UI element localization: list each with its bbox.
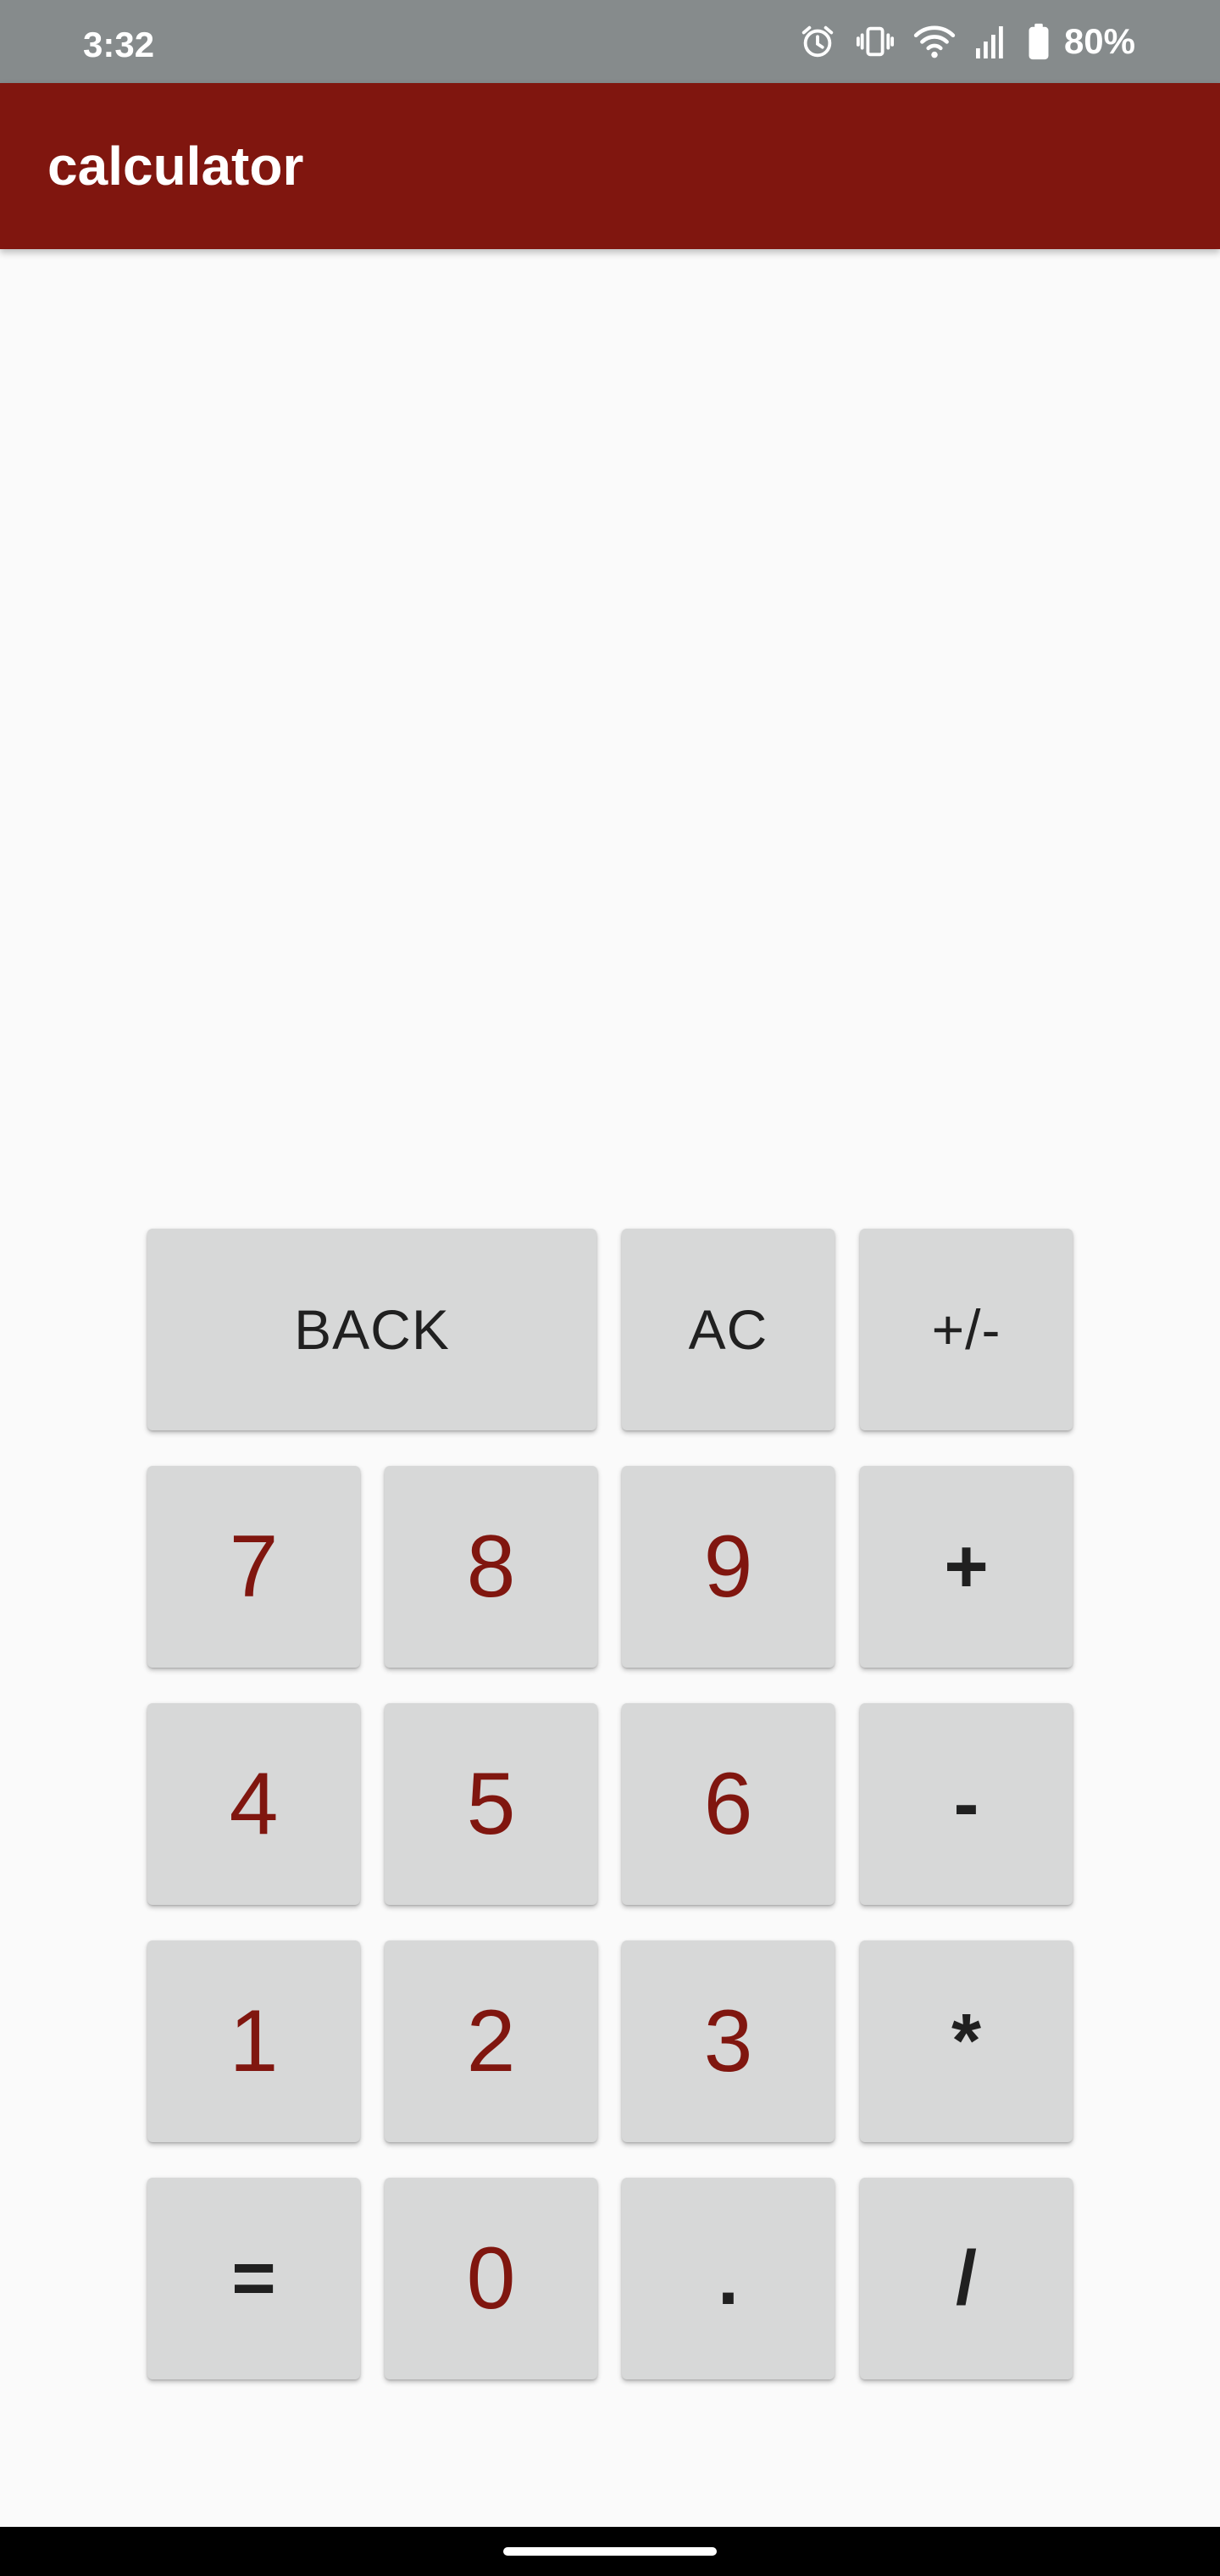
app-title: calculator bbox=[47, 136, 304, 197]
home-gesture-handle[interactable] bbox=[503, 2547, 717, 2556]
battery-percentage: 80% bbox=[1063, 21, 1135, 61]
navigation-bar bbox=[0, 2527, 1220, 2576]
status-icons: 80% bbox=[798, 0, 1135, 83]
digit-3-button[interactable]: 3 bbox=[622, 1940, 835, 2142]
digit-0-button[interactable]: 0 bbox=[385, 2178, 597, 2379]
back-button[interactable]: BACK bbox=[147, 1229, 596, 1430]
calculator-screen: BACK AC +/- 7 8 9 + 4 5 6 - 1 2 3 * = 0 … bbox=[0, 249, 1220, 2527]
digit-4-button[interactable]: 4 bbox=[147, 1703, 360, 1905]
app-bar: calculator bbox=[0, 83, 1220, 249]
minus-button[interactable]: - bbox=[860, 1703, 1073, 1905]
divide-button[interactable]: / bbox=[860, 2178, 1073, 2379]
ac-button[interactable]: AC bbox=[622, 1229, 835, 1430]
digit-6-button[interactable]: 6 bbox=[622, 1703, 835, 1905]
equals-button[interactable]: = bbox=[147, 2178, 360, 2379]
alarm-icon bbox=[798, 22, 837, 61]
digit-8-button[interactable]: 8 bbox=[385, 1466, 597, 1668]
wifi-icon bbox=[913, 22, 956, 61]
digit-1-button[interactable]: 1 bbox=[147, 1940, 360, 2142]
status-bar: 3:32 80% bbox=[0, 0, 1220, 83]
status-time: 3:32 bbox=[83, 25, 155, 64]
digit-9-button[interactable]: 9 bbox=[622, 1466, 835, 1668]
digit-2-button[interactable]: 2 bbox=[385, 1940, 597, 2142]
plus-minus-button[interactable]: +/- bbox=[860, 1229, 1073, 1430]
decimal-button[interactable]: . bbox=[622, 2178, 835, 2379]
signal-icon bbox=[974, 23, 1008, 60]
plus-button[interactable]: + bbox=[860, 1466, 1073, 1668]
multiply-button[interactable]: * bbox=[860, 1940, 1073, 2142]
battery-icon bbox=[1027, 22, 1051, 61]
vibrate-icon bbox=[856, 22, 895, 61]
digit-7-button[interactable]: 7 bbox=[147, 1466, 360, 1668]
digit-5-button[interactable]: 5 bbox=[385, 1703, 597, 1905]
